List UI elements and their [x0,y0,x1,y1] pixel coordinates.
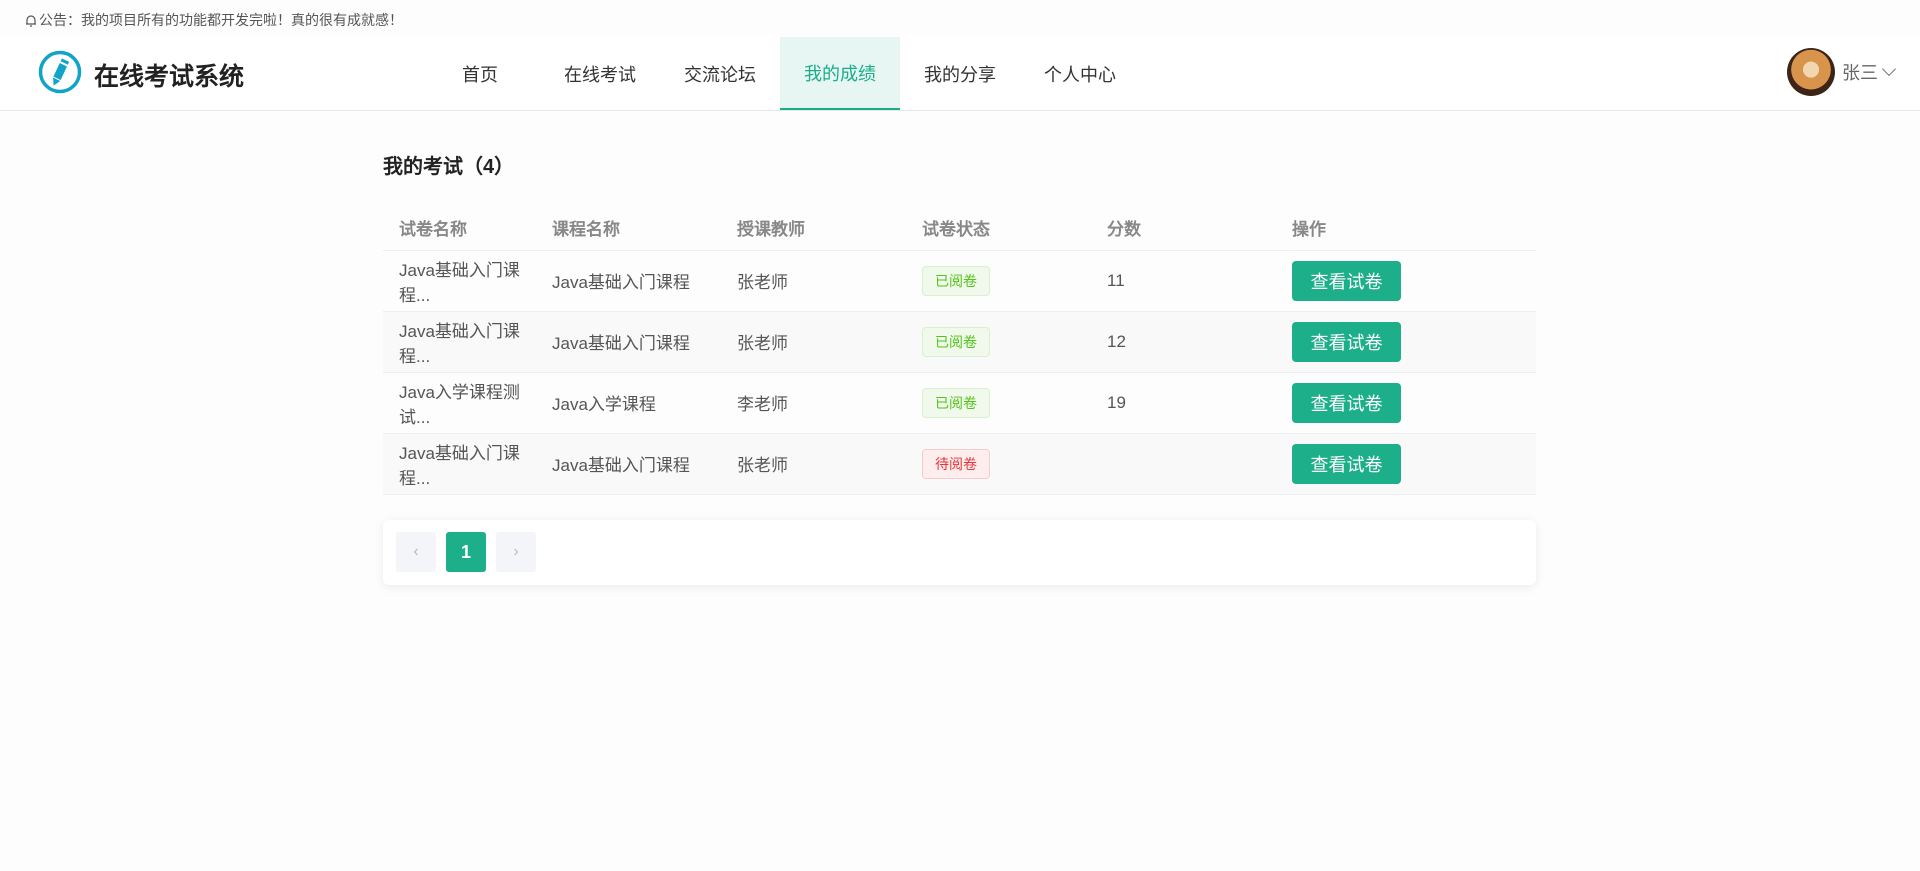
nav-my-shares[interactable]: 我的分享 [900,37,1020,110]
paper-name: Java基础入门课程... [383,250,536,312]
status-badge: 已阅卷 [922,265,990,296]
avatar[interactable] [1787,48,1835,96]
nav-home[interactable]: 首页 [420,37,540,110]
action-cell: 查看试卷 [1276,250,1536,312]
teacher-name: 张老师 [721,433,906,495]
teacher-name: 张老师 [721,311,906,373]
view-paper-button[interactable]: 查看试卷 [1292,321,1401,362]
col-paper: 试卷名称 [383,205,536,251]
exam-table: 试卷名称 课程名称 授课教师 试卷状态 分数 操作 Java基础入门课程... … [383,205,1536,495]
status-badge: 已阅卷 [922,326,990,357]
paper-name: Java入学课程测试... [383,372,536,434]
chevron-down-icon[interactable] [1881,61,1897,77]
action-cell: 查看试卷 [1276,433,1536,495]
action-cell: 查看试卷 [1276,372,1536,434]
page-1-button[interactable]: 1 [446,532,486,572]
paper-name: Java基础入门课程... [383,311,536,373]
pagination: ‹ 1 › [383,519,1536,585]
table-row: Java基础入门课程... Java基础入门课程 张老师 已阅卷 12 查看试卷 [383,311,1536,373]
course-name: Java基础入门课程 [536,433,721,495]
status-cell: 待阅卷 [906,433,1091,495]
nav-forum[interactable]: 交流论坛 [660,37,780,110]
main-nav: 首页 在线考试 交流论坛 我的成绩 我的分享 个人中心 [420,37,1140,110]
pencil-logo-icon [38,50,82,94]
site-title: 在线考试系统 [94,63,245,91]
col-status: 试卷状态 [906,205,1091,251]
course-name: Java入学课程 [536,372,721,434]
header: 在线考试系统 首页 在线考试 交流论坛 我的成绩 我的分享 个人中心 张三 [0,37,1920,111]
course-name: Java基础入门课程 [536,250,721,312]
view-paper-button[interactable]: 查看试卷 [1292,443,1401,484]
status-cell: 已阅卷 [906,372,1091,434]
status-badge: 待阅卷 [922,448,990,479]
col-score: 分数 [1091,205,1276,251]
user-menu[interactable]: 张三 [1787,48,1897,96]
nav-my-scores[interactable]: 我的成绩 [780,37,900,110]
score: 19 [1091,372,1276,434]
col-course: 课程名称 [536,205,721,251]
status-badge: 已阅卷 [922,387,990,418]
page-title: 我的考试（4） [383,156,515,178]
next-page-button[interactable]: › [496,532,536,572]
view-paper-button[interactable]: 查看试卷 [1292,260,1401,301]
course-name: Java基础入门课程 [536,311,721,373]
teacher-name: 李老师 [721,372,906,434]
nav-online-exam[interactable]: 在线考试 [540,37,660,110]
announcement-text: 公告：我的项目所有的功能都开发完啦！真的很有成就感！ [39,12,403,28]
view-paper-button[interactable]: 查看试卷 [1292,382,1401,423]
paper-name: Java基础入门课程... [383,433,536,495]
table-row: Java基础入门课程... Java基础入门课程 张老师 待阅卷 查看试卷 [383,433,1536,495]
col-teacher: 授课教师 [721,205,906,251]
user-name[interactable]: 张三 [1842,59,1878,85]
teacher-name: 张老师 [721,250,906,312]
score: 12 [1091,311,1276,373]
table-row: Java基础入门课程... Java基础入门课程 张老师 已阅卷 11 查看试卷 [383,250,1536,312]
nav-profile[interactable]: 个人中心 [1020,37,1140,110]
prev-page-button[interactable]: ‹ [396,532,436,572]
score [1091,433,1276,495]
col-action: 操作 [1276,205,1536,251]
exam-list-section: 我的考试（4） 试卷名称 课程名称 授课教师 试卷状态 分数 操作 Java基础… [383,150,1536,585]
announcement: 公告：我的项目所有的功能都开发完啦！真的很有成就感！ [25,10,403,30]
score: 11 [1091,250,1276,312]
status-cell: 已阅卷 [906,250,1091,312]
table-row: Java入学课程测试... Java入学课程 李老师 已阅卷 19 查看试卷 [383,372,1536,434]
bell-icon [26,14,36,27]
action-cell: 查看试卷 [1276,311,1536,373]
status-cell: 已阅卷 [906,311,1091,373]
